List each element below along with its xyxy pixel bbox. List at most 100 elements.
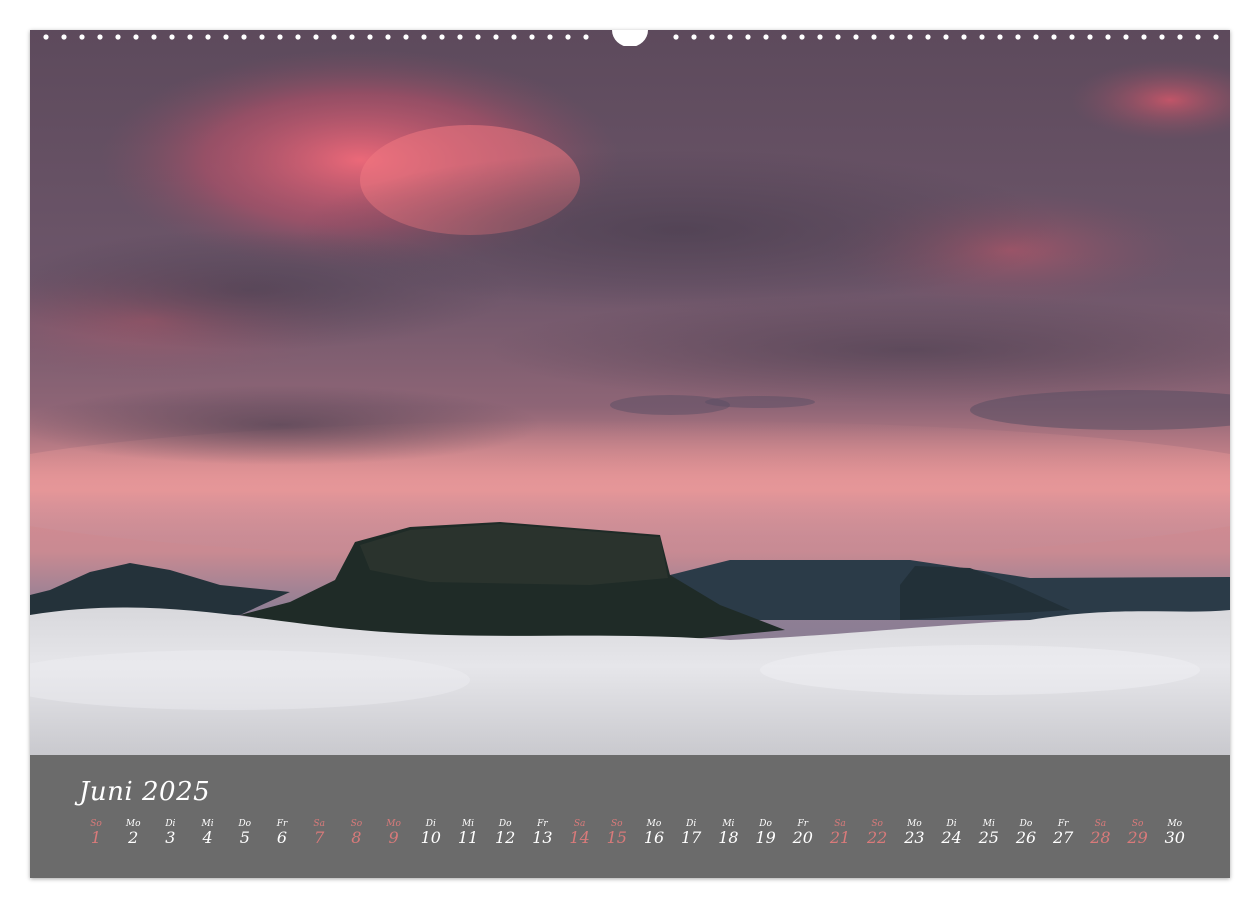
binding-hole [187, 34, 193, 40]
day-number: 30 [1164, 828, 1185, 847]
binding-hole [259, 34, 265, 40]
day-number: 14 [569, 828, 590, 847]
binding-hole [727, 34, 733, 40]
binding-hole [943, 34, 949, 40]
day-number: 11 [457, 828, 479, 847]
binding-hole [889, 34, 895, 40]
day-number: 17 [681, 828, 702, 847]
binding-hole [1069, 34, 1075, 40]
calendar-day: Mo 9 [376, 819, 412, 847]
calendar-day: Do 5 [227, 819, 263, 847]
binding-hole [493, 34, 499, 40]
calendar-day: Di 24 [934, 819, 970, 847]
calendar-day: So 1 [78, 819, 114, 847]
binding-hole [97, 34, 103, 40]
calendar-day: Do 19 [748, 819, 784, 847]
binding-hole [907, 34, 913, 40]
calendar-day: Mo 23 [896, 819, 932, 847]
day-number: 4 [202, 828, 213, 847]
binding-hole [547, 34, 553, 40]
calendar-day: Do 12 [487, 819, 523, 847]
day-number: 29 [1127, 828, 1148, 847]
day-number: 16 [643, 828, 665, 847]
day-number: 15 [606, 828, 627, 847]
calendar-day: Sa 28 [1082, 819, 1118, 847]
day-number: 23 [904, 828, 925, 847]
binding-hole [421, 34, 427, 40]
day-number: 27 [1053, 828, 1074, 847]
day-number: 21 [829, 828, 851, 847]
binding-hole [205, 34, 211, 40]
binding-hole [1177, 34, 1183, 40]
calendar-day: Mo 16 [636, 819, 672, 847]
binding-hole [529, 34, 535, 40]
day-row: So 1 Mo 2 Di 3 Mi 4 Do 5 Fr 6 Sa 7 So 8 Mo 9 Di 10 Mi 11 Do 12 F… [30, 819, 1230, 859]
day-number: 22 [867, 828, 888, 847]
binding-hole [799, 34, 805, 40]
calendar-day: Sa 14 [562, 819, 598, 847]
calendar-day: Do 26 [1008, 819, 1044, 847]
binding-hole [979, 34, 985, 40]
binding-hole [925, 34, 931, 40]
calendar-day: So 8 [338, 819, 374, 847]
binding-hole [1123, 34, 1129, 40]
binding-hole [961, 34, 967, 40]
calendar-day: Mi 18 [710, 819, 746, 847]
binding-hole [61, 34, 67, 40]
spiral-binding [30, 30, 1230, 46]
binding-hole [133, 34, 139, 40]
day-number: 9 [388, 828, 399, 847]
binding-hole [151, 34, 157, 40]
calendar-day: Mi 11 [450, 819, 486, 847]
binding-hole [115, 34, 121, 40]
binding-hole [709, 34, 715, 40]
calendar-day: Fr 27 [1045, 819, 1081, 847]
binding-hole [457, 34, 463, 40]
binding-hole [1015, 34, 1021, 40]
binding-hole [817, 34, 823, 40]
binding-hole [997, 34, 1003, 40]
binding-hole [511, 34, 517, 40]
binding-hole [439, 34, 445, 40]
binding-hole [565, 34, 571, 40]
day-number: 2 [128, 828, 139, 847]
binding-hole [1213, 34, 1219, 40]
calendar-bar: Juni 2025 So 1 Mo 2 Di 3 Mi 4 Do 5 Fr 6 Sa 7 So 8 Mo 9 Di 1… [30, 755, 1230, 878]
day-number: 8 [351, 828, 362, 847]
binding-hole [1141, 34, 1147, 40]
day-number: 10 [420, 828, 441, 847]
calendar-day: Di 10 [413, 819, 449, 847]
binding-hole [871, 34, 877, 40]
binding-hole [349, 34, 355, 40]
binding-hole [169, 34, 175, 40]
binding-hole [367, 34, 373, 40]
binding-hole [1033, 34, 1039, 40]
binding-hole [745, 34, 751, 40]
binding-hole [583, 34, 589, 40]
day-number: 3 [165, 828, 176, 847]
calendar-day: Mo 2 [115, 819, 151, 847]
calendar-day: Mi 25 [971, 819, 1007, 847]
binding-hole [853, 34, 859, 40]
binding-hole [691, 34, 697, 40]
landscape-photo [30, 30, 1230, 755]
day-number: 28 [1090, 828, 1111, 847]
binding-hole [79, 34, 85, 40]
calendar-day: Fr 6 [264, 819, 300, 847]
binding-hole [331, 34, 337, 40]
day-number: 26 [1015, 828, 1037, 847]
binding-hole [241, 34, 247, 40]
binding-hole [277, 34, 283, 40]
binding-hole [1195, 34, 1201, 40]
calendar-day: Di 17 [673, 819, 709, 847]
calendar-day: Mi 4 [190, 819, 226, 847]
binding-hole [835, 34, 841, 40]
binding-hole [1159, 34, 1165, 40]
binding-hole [763, 34, 769, 40]
calendar-day: Di 3 [152, 819, 188, 847]
calendar-day: So 15 [599, 819, 635, 847]
calendar-day: So 29 [1120, 819, 1156, 847]
calendar-day: Fr 20 [785, 819, 821, 847]
calendar-day: Mo 30 [1157, 819, 1193, 847]
day-number: 5 [239, 828, 250, 847]
